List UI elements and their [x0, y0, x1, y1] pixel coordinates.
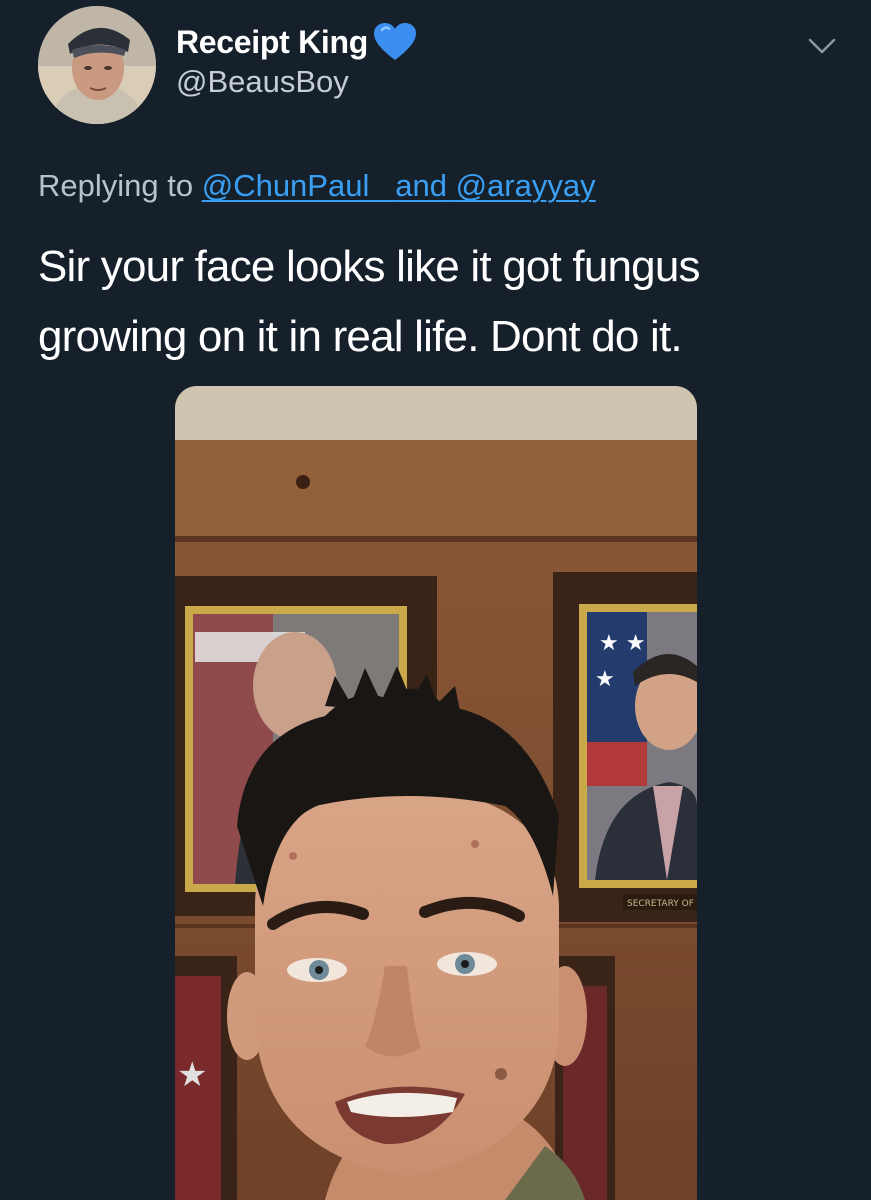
tweet-text: Sir your face looks like it got fungus g… [38, 232, 838, 372]
tweet-text-line-2: growing on it in real life. Dont do it. [38, 312, 683, 361]
tweet-text-line-1: Sir your face looks like it got fungus [38, 242, 701, 291]
avatar[interactable] [38, 6, 156, 124]
display-name[interactable]: Receipt King [176, 24, 368, 61]
svg-text:★ ★: ★ ★ [599, 631, 645, 656]
mention-chunpaul[interactable]: @ChunPaul_ [202, 168, 387, 203]
blue-heart-icon [372, 22, 418, 62]
photo-image: ★ ★ ★ SECRETARY OF ★ [175, 386, 697, 1200]
portrait-plate: SECRETARY OF [627, 899, 694, 909]
replying-to-line: Replying to @ChunPaul_ and @arayyay [38, 168, 596, 204]
mention-group[interactable]: @ChunPaul_ and @arayyay [202, 168, 596, 203]
mention-joiner: and [395, 168, 447, 203]
author-block: Receipt King @BeausBoy [176, 20, 418, 100]
tweet-photo[interactable]: ★ ★ ★ SECRETARY OF ★ [175, 386, 697, 1200]
svg-text:★: ★ [595, 667, 615, 692]
svg-text:★: ★ [177, 1055, 207, 1095]
tweet-card: Receipt King @BeausBoy Replying to @Chun… [0, 0, 871, 1200]
replying-prefix: Replying to [38, 168, 194, 203]
mention-arayyay[interactable]: @arayyay [456, 168, 596, 203]
handle[interactable]: @BeausBoy [176, 64, 418, 100]
avatar-image [38, 6, 156, 124]
chevron-down-icon[interactable] [807, 34, 837, 58]
